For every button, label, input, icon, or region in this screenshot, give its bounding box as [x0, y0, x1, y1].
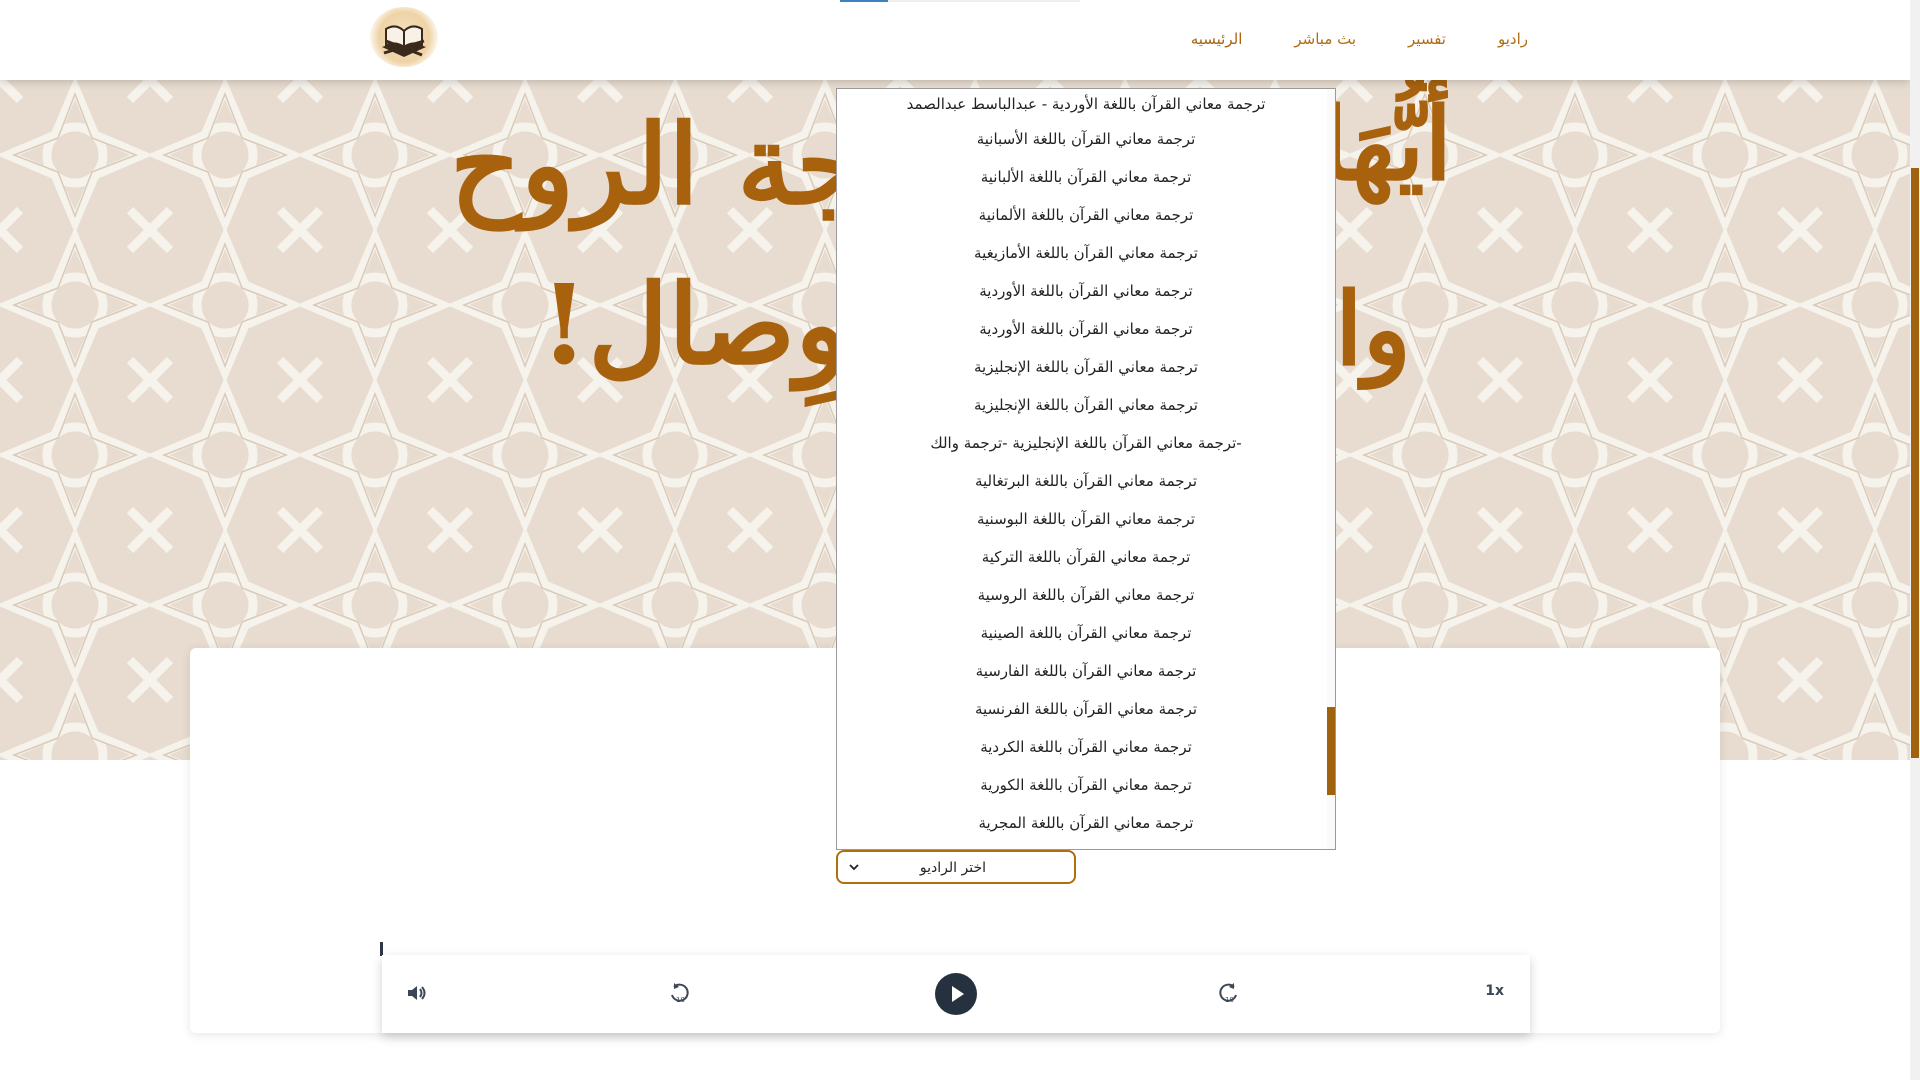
radio-option[interactable]: ترجمة معاني القرآن باللغة الأوردية: [837, 272, 1335, 310]
radio-option[interactable]: ترجمة معاني القرآن باللغة الكورية: [837, 766, 1335, 804]
radio-option[interactable]: ترجمة معاني القرآن باللغة الألبانية: [837, 158, 1335, 196]
radio-option[interactable]: -ترجمة معاني القرآن باللغة الإنجليزية -ت…: [837, 424, 1335, 462]
top-navbar: راديو تفسير بث مباشر الرئيسيه: [0, 0, 1910, 80]
chevron-down-icon: [848, 858, 860, 881]
forward-10-icon[interactable]: 10: [1218, 981, 1240, 1009]
hero-title-word-right-2: وا: [1335, 270, 1412, 388]
radio-options-list[interactable]: ترجمة معاني القرآن باللغة الأوردية - عبد…: [836, 88, 1336, 850]
radio-option[interactable]: ترجمة معاني القرآن باللغة الأوردية - عبد…: [837, 89, 1335, 120]
svg-text:10: 10: [676, 996, 685, 1004]
radio-option[interactable]: ترجمة معاني القرآن باللغة الفارسية: [837, 652, 1335, 690]
page-scrollbar[interactable]: [1910, 0, 1920, 1080]
radio-select[interactable]: اختر الراديو: [836, 850, 1076, 884]
dropdown-scroll-thumb[interactable]: [1327, 707, 1335, 795]
rewind-10-icon[interactable]: 10: [668, 981, 690, 1009]
radio-option[interactable]: ترجمة معاني القرآن باللغة الفرنسية: [837, 690, 1335, 728]
radio-option[interactable]: ترجمة معاني القرآن باللغة الأسبانية: [837, 120, 1335, 158]
hero-title-word-right-1: أَيُّهَا: [1320, 85, 1453, 203]
radio-option[interactable]: ترجمة معاني القرآن باللغة الروسية: [837, 576, 1335, 614]
radio-option[interactable]: ترجمة معاني القرآن باللغة الإنجليزية: [837, 348, 1335, 386]
progress-handle[interactable]: [380, 942, 383, 956]
play-icon: [952, 986, 964, 1002]
radio-option[interactable]: ترجمة معاني القرآن باللغة البرتغالية: [837, 462, 1335, 500]
radio-option[interactable]: ترجمة معاني القرآن باللغة التركية: [837, 538, 1335, 576]
nav-home[interactable]: الرئيسيه: [1191, 30, 1243, 48]
nav-radio[interactable]: راديو: [1498, 30, 1528, 48]
radio-option[interactable]: ترجمة معاني القرآن باللغة الإنجليزية: [837, 386, 1335, 424]
quran-logo-icon[interactable]: [370, 7, 438, 67]
radio-option[interactable]: ترجمة معاني القرآن باللغة الأمازيغية: [837, 234, 1335, 272]
radio-option[interactable]: ترجمة معاني القرآن باللغة المجرية: [837, 804, 1335, 842]
nav-tafsir[interactable]: تفسير: [1408, 30, 1446, 48]
page-scroll-thumb[interactable]: [1911, 168, 1919, 758]
radio-option[interactable]: ترجمة معاني القرآن باللغة البوسنية: [837, 500, 1335, 538]
radio-option[interactable]: ترجمة معاني القرآن باللغة الصينية: [837, 614, 1335, 652]
radio-option[interactable]: ترجمة معاني القرآن باللغة الكردية: [837, 728, 1335, 766]
radio-select-value: اختر الراديو: [919, 860, 986, 876]
volume-icon[interactable]: [406, 983, 428, 1007]
radio-option[interactable]: ترجمة معاني القرآن باللغة الأوردية: [837, 310, 1335, 348]
radio-option[interactable]: ترجمة معاني القرآن باللغة الألمانية: [837, 196, 1335, 234]
playback-speed-button[interactable]: 1x: [1485, 983, 1504, 999]
nav-menu: راديو تفسير بث مباشر الرئيسيه: [1191, 30, 1528, 48]
page-loading-bar: [840, 0, 1080, 2]
dropdown-scrollbar[interactable]: [1327, 89, 1335, 849]
audio-player: 10 10 1x: [382, 955, 1530, 1033]
play-button[interactable]: [935, 973, 977, 1015]
audio-progress-bar[interactable]: [380, 942, 1528, 956]
svg-text:10: 10: [1225, 996, 1234, 1004]
nav-live[interactable]: بث مباشر: [1294, 30, 1356, 48]
